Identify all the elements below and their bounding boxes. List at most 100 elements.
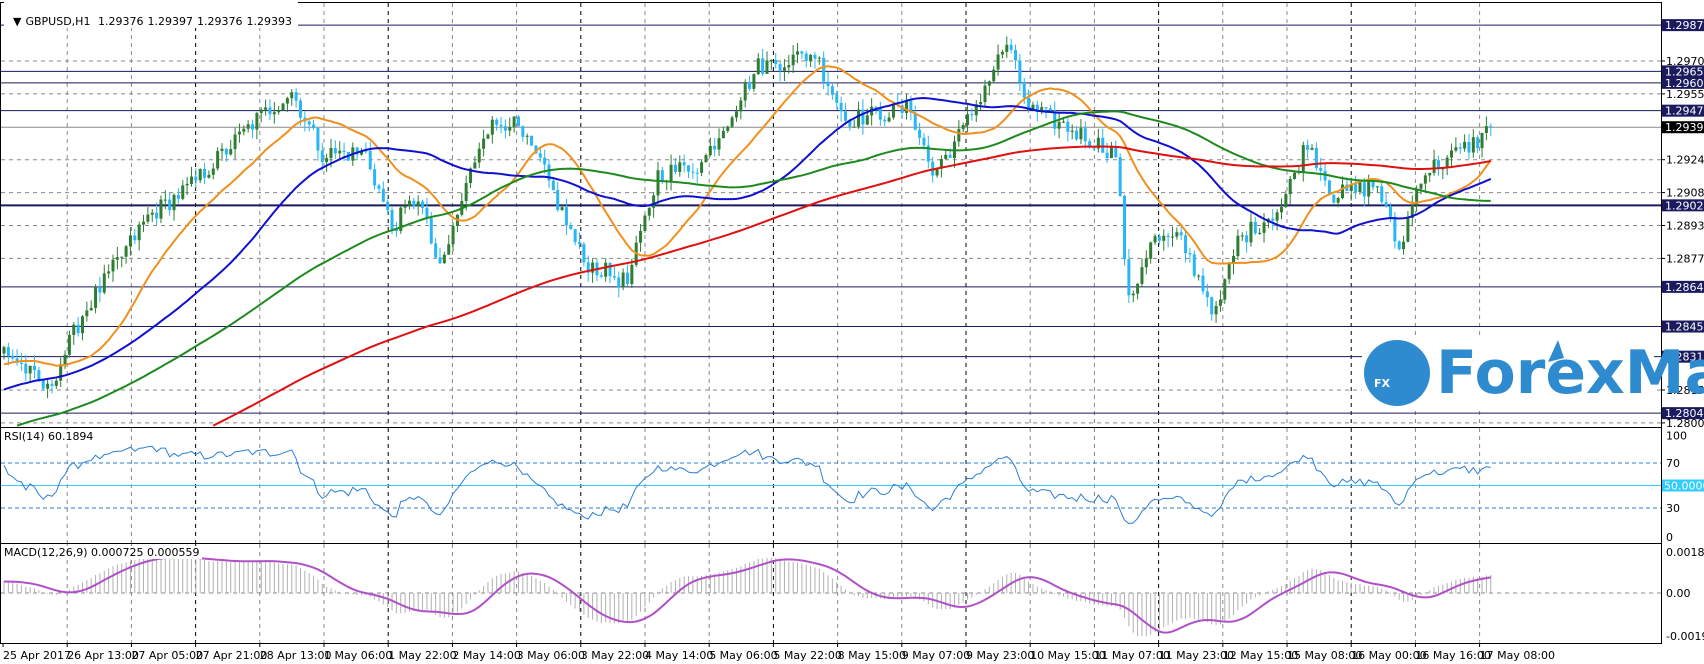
candle-body [185, 183, 189, 186]
candle-body [852, 126, 856, 128]
candle-body [1380, 186, 1384, 203]
candle-body [1275, 212, 1279, 221]
level-price-label: 1.29025 [1665, 199, 1704, 212]
candle-body [992, 69, 996, 82]
candle-body [338, 150, 342, 154]
candle-body [477, 148, 481, 163]
level-price-label: 1.29471 [1665, 105, 1704, 118]
current-price-label: 1.29393 [1665, 121, 1704, 134]
candle-body [50, 383, 54, 386]
candle-body [464, 183, 468, 202]
candle-body [1092, 147, 1096, 149]
candle-body [1341, 184, 1345, 199]
candle-body [233, 134, 237, 150]
candle-body [1310, 147, 1314, 150]
candle-body [181, 185, 185, 199]
candle-body [1467, 141, 1471, 153]
candle-body [264, 107, 268, 110]
close-value: 1.29393 [246, 15, 292, 28]
candle-body [1009, 44, 1013, 50]
candle-body [290, 92, 294, 99]
candle-body [835, 94, 839, 103]
candle-body [1284, 194, 1288, 207]
candle-body [1279, 206, 1283, 213]
candle-body [791, 54, 795, 66]
candle-body [272, 112, 276, 115]
candle-body [639, 230, 643, 243]
price-tick-label: 1.28930 [1666, 220, 1704, 233]
candle-body [133, 235, 137, 241]
time-label: 5 May 06:00 [709, 649, 777, 662]
candle-body [569, 225, 573, 230]
candle-body [1101, 137, 1105, 153]
candle-body [551, 180, 555, 190]
candle-body [625, 272, 629, 284]
time-label: 5 May 22:00 [773, 649, 841, 662]
candle-body [255, 113, 259, 130]
candle-body [621, 272, 625, 288]
candle-body [89, 307, 93, 311]
candle-body [499, 124, 503, 127]
candle-body [673, 164, 677, 172]
candle-body [1083, 128, 1087, 142]
candle-body [761, 58, 765, 74]
candle-body [1057, 121, 1061, 129]
candle-body [155, 212, 159, 219]
time-label: 1 May 22:00 [388, 649, 456, 662]
candle-body [307, 121, 311, 125]
candle-body [1306, 145, 1310, 150]
candle-body [695, 172, 699, 174]
level-price-label: 1.28046 [1665, 407, 1704, 420]
candle-body [6, 347, 10, 356]
candle-body [1166, 235, 1170, 238]
candle-body [717, 138, 721, 150]
candle-body [1354, 184, 1358, 193]
candle-body [37, 370, 41, 381]
candle-body [220, 148, 224, 152]
candle-body [1388, 205, 1392, 217]
candle-body [1223, 279, 1227, 300]
candle-body [708, 145, 712, 156]
candle-body [1184, 235, 1188, 254]
candle-body [521, 126, 525, 137]
candle-body [447, 244, 451, 255]
macd-tick-label: 0.00187 [1666, 546, 1704, 559]
candle-body [704, 155, 708, 163]
candle-body [765, 60, 769, 74]
macd-label: MACD(12,26,9) 0.000725 0.000559 [2, 546, 202, 559]
candle-body [800, 51, 804, 54]
candle-body [63, 354, 67, 365]
candle-body [146, 214, 150, 222]
candle-body [451, 225, 455, 245]
triangle-down-icon[interactable]: ▼ [13, 15, 21, 28]
candle-body [1258, 232, 1262, 234]
candle-body [1327, 180, 1331, 195]
candle-body [813, 54, 817, 59]
candle-body [1170, 236, 1174, 238]
candle-body [1432, 160, 1436, 173]
candle-body [922, 137, 926, 146]
candle-body [1450, 150, 1454, 158]
macd-signal-line [3, 556, 1491, 634]
candle-body [216, 151, 220, 169]
candle-body [495, 119, 499, 125]
candle-body [207, 174, 211, 178]
rsi-line [3, 445, 1491, 525]
candle-body [59, 364, 63, 381]
candle-body [285, 98, 289, 104]
time-label: 26 Apr 13:00 [67, 649, 139, 662]
candle-body [826, 81, 830, 87]
candle-body [189, 176, 193, 184]
candle-body [1362, 182, 1366, 197]
candle-body [1109, 146, 1113, 159]
candle-body [778, 64, 782, 71]
candle-body [98, 287, 102, 293]
chart-canvas[interactable]: 25 Apr 201726 Apr 13:0027 Apr 05:0027 Ap… [0, 0, 1704, 664]
candle-body [1218, 299, 1222, 306]
candle-body [734, 111, 738, 118]
candle-body [211, 168, 215, 175]
candle-body [996, 54, 1000, 70]
candle-body [530, 135, 534, 146]
candle-body [237, 131, 241, 135]
candle-body [28, 365, 32, 374]
